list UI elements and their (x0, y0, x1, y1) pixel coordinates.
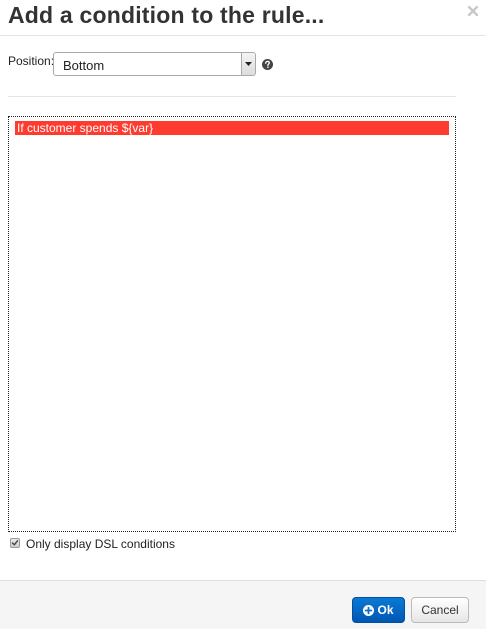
dialog-title: Add a condition to the rule... (8, 2, 325, 28)
dialog-header: Add a condition to the rule... (0, 0, 486, 36)
chevron-down-icon[interactable] (241, 53, 255, 75)
condition-list-item[interactable]: If customer spends ${var} (15, 121, 449, 135)
ok-button[interactable]: Ok (352, 597, 405, 623)
cancel-button[interactable]: Cancel (411, 597, 469, 623)
checkmark-icon (11, 540, 19, 546)
plus-circle-icon (363, 604, 375, 616)
add-condition-dialog: Add a condition to the rule... Position:… (0, 0, 486, 629)
close-icon[interactable] (466, 4, 480, 18)
position-select[interactable]: Bottom (53, 52, 256, 76)
divider (8, 96, 456, 97)
position-label: Position: (8, 54, 55, 68)
dialog-footer: Ok Cancel (0, 580, 486, 629)
dsl-only-label: Only display DSL conditions (26, 537, 175, 551)
position-select-value: Bottom (63, 58, 105, 73)
ok-button-label: Ok (377, 603, 394, 617)
dsl-only-checkbox[interactable] (10, 538, 20, 548)
question-circle-icon[interactable] (262, 57, 273, 70)
conditions-listbox[interactable]: If customer spends ${var} (8, 116, 456, 532)
